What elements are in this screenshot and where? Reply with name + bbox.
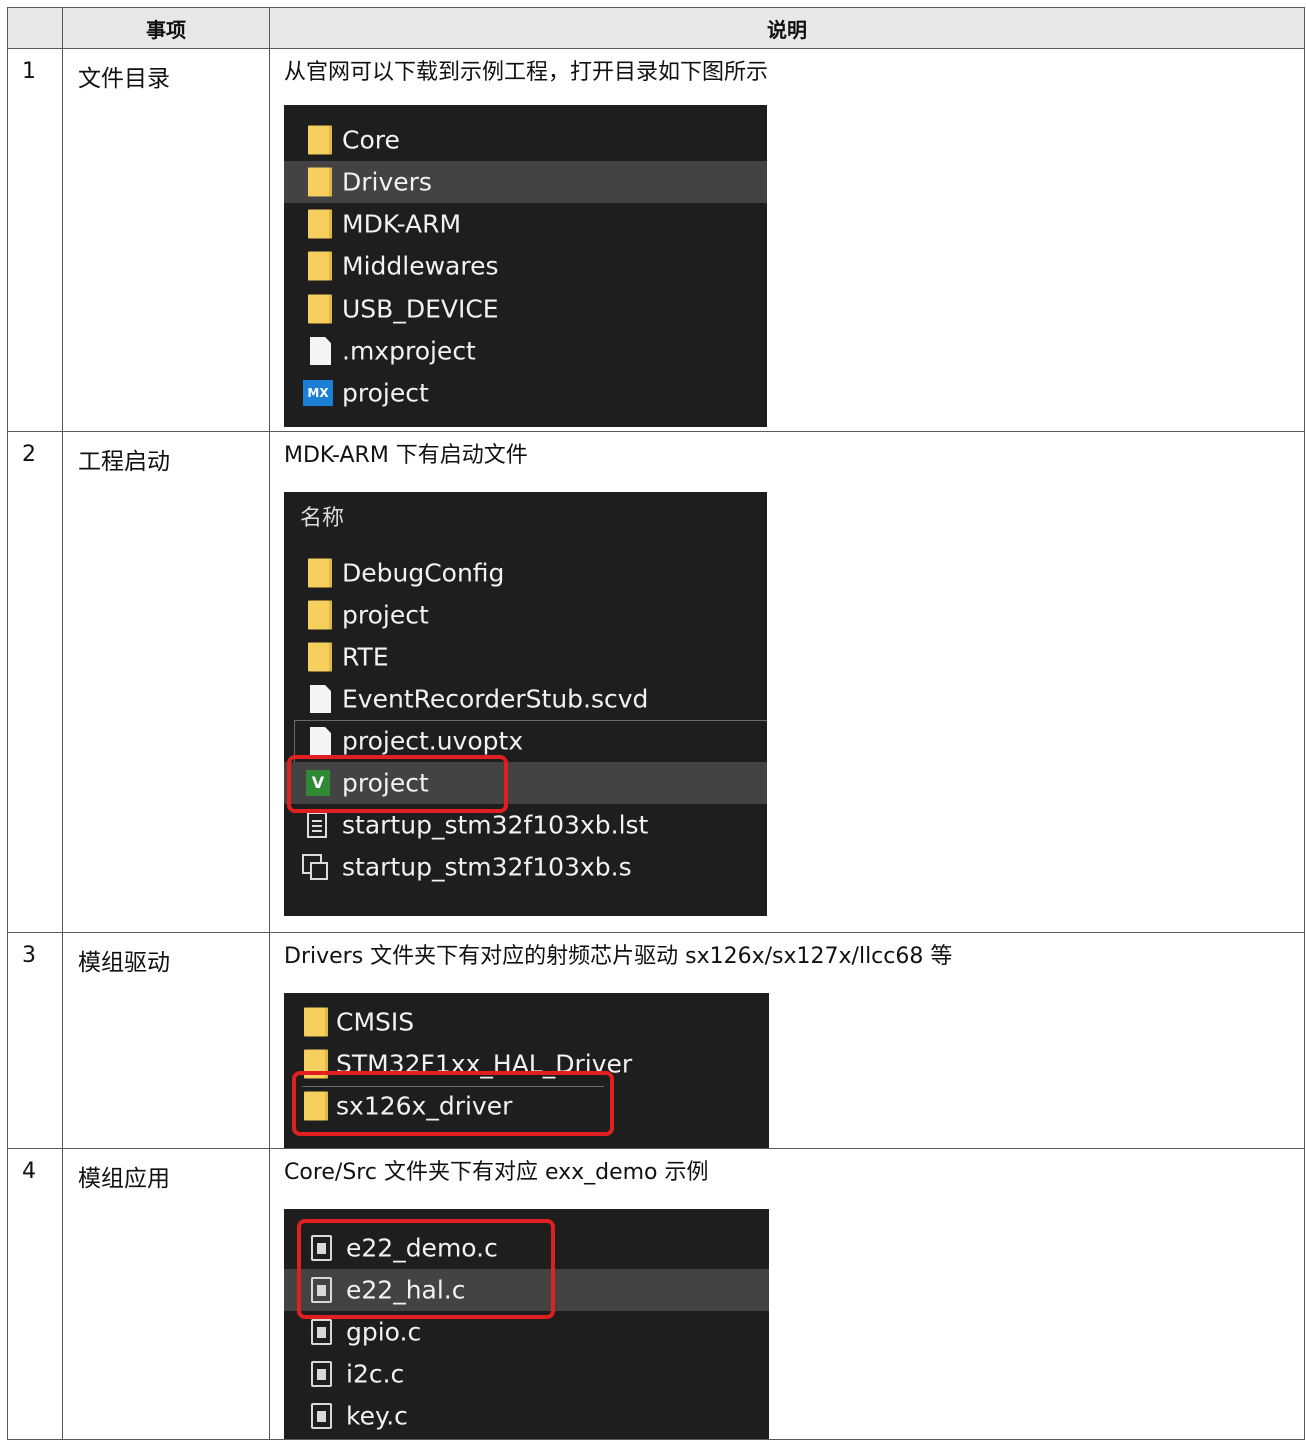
assembly-file-icon [302, 854, 328, 880]
file-row[interactable]: RTE [284, 636, 767, 678]
list-file-icon [307, 812, 327, 838]
row-description: Core/Src 文件夹下有对应 exx_demo 示例 e22_demo.c … [269, 1148, 1305, 1440]
row-item: 模组应用 [62, 1148, 270, 1440]
document-table: 事项 说明 1 文件目录 从官网可以下载到示例工程，打开目录如下图所示 Core… [7, 7, 1305, 1440]
file-name: gpio.c [346, 1317, 422, 1347]
c-source-icon [311, 1361, 332, 1387]
highlight-box [287, 755, 508, 813]
file-name: i2c.c [346, 1359, 405, 1389]
file-row[interactable]: startup_stm32f103xb.s [284, 846, 767, 888]
file-explorer-screenshot: 名称 DebugConfig project RTE EventRecorder… [284, 492, 767, 916]
file-name: key.c [346, 1401, 408, 1431]
file-name: DebugConfig [342, 558, 505, 588]
file-explorer-screenshot: Core Drivers MDK-ARM Middlewares USB_DEV… [284, 105, 767, 427]
file-row[interactable]: CMSIS [284, 1001, 769, 1043]
file-explorer-screenshot: e22_demo.c e22_hal.c gpio.c i2c.c key.c [284, 1209, 769, 1439]
header-desc: 说明 [269, 7, 1305, 49]
row-number: 4 [7, 1148, 63, 1440]
table-row: 3 模组驱动 Drivers 文件夹下有对应的射频芯片驱动 sx126x/sx1… [7, 932, 1305, 1149]
folder-icon [308, 251, 332, 281]
file-name: Middlewares [342, 251, 499, 281]
file-row[interactable]: Core [284, 119, 767, 161]
file-name: EventRecorderStub.scvd [342, 684, 649, 714]
row-item: 工程启动 [62, 431, 270, 933]
file-name: startup_stm32f103xb.s [342, 852, 632, 882]
header-num [7, 7, 63, 49]
row-item: 模组驱动 [62, 932, 270, 1149]
folder-icon [308, 167, 332, 197]
description-text: 从官网可以下载到示例工程，打开目录如下图所示 [284, 60, 769, 85]
description-text: MDK-ARM 下有启动文件 [284, 443, 528, 468]
stm32cubemx-icon: MX [303, 380, 333, 406]
description-text: Drivers 文件夹下有对应的射频芯片驱动 sx126x/sx127x/llc… [284, 944, 953, 969]
file-name: project [342, 378, 429, 408]
file-row[interactable]: USB_DEVICE [284, 288, 767, 330]
file-name: Drivers [342, 167, 432, 197]
file-row[interactable]: MX project [284, 372, 767, 414]
folder-icon [308, 558, 332, 588]
header-item: 事项 [62, 7, 270, 49]
file-name: CMSIS [336, 1007, 415, 1037]
table-row: 2 工程启动 MDK-ARM 下有启动文件 名称 DebugConfig pro… [7, 431, 1305, 933]
table-row: 4 模组应用 Core/Src 文件夹下有对应 exx_demo 示例 e22_… [7, 1148, 1305, 1440]
folder-icon [308, 125, 332, 155]
file-row[interactable]: project [284, 594, 767, 636]
file-row[interactable]: MDK-ARM [284, 203, 767, 245]
c-source-icon [311, 1319, 332, 1345]
file-name: .mxproject [342, 336, 476, 366]
file-explorer-screenshot: CMSIS STM32F1xx_HAL_Driver sx126x_driver [284, 993, 769, 1148]
folder-icon [308, 209, 332, 239]
file-icon [310, 685, 331, 713]
table-header-row: 事项 说明 [7, 7, 1305, 49]
file-row[interactable]: i2c.c [284, 1353, 769, 1395]
description-text: Core/Src 文件夹下有对应 exx_demo 示例 [284, 1160, 709, 1185]
folder-icon [304, 1007, 328, 1037]
row-description: MDK-ARM 下有启动文件 名称 DebugConfig project RT… [269, 431, 1305, 933]
file-name: project.uvoptx [342, 726, 524, 756]
table-row: 1 文件目录 从官网可以下载到示例工程，打开目录如下图所示 Core Drive… [7, 48, 1305, 432]
folder-icon [308, 294, 332, 324]
file-row[interactable]: Middlewares [284, 245, 767, 287]
highlight-box [292, 1071, 614, 1136]
file-name: USB_DEVICE [342, 294, 499, 324]
file-icon [310, 337, 331, 365]
file-name: MDK-ARM [342, 209, 462, 239]
file-row[interactable]: DebugConfig [284, 552, 767, 594]
c-source-icon [311, 1403, 332, 1429]
folder-icon [308, 600, 332, 630]
folder-icon [308, 642, 332, 672]
file-icon [310, 727, 331, 755]
column-header-name[interactable]: 名称 [300, 500, 344, 532]
row-number: 1 [7, 48, 63, 432]
file-row[interactable]: EventRecorderStub.scvd [284, 678, 767, 720]
file-row[interactable]: .mxproject [284, 330, 767, 372]
row-number: 3 [7, 932, 63, 1149]
row-item: 文件目录 [62, 48, 270, 432]
highlight-box [297, 1219, 555, 1319]
row-description: Drivers 文件夹下有对应的射频芯片驱动 sx126x/sx127x/llc… [269, 932, 1305, 1149]
file-name: startup_stm32f103xb.lst [342, 810, 649, 840]
row-description: 从官网可以下载到示例工程，打开目录如下图所示 Core Drivers MDK-… [269, 48, 1305, 432]
file-name: project [342, 600, 429, 630]
file-row-selected[interactable]: Drivers [284, 161, 767, 203]
file-row[interactable]: key.c [284, 1395, 769, 1437]
row-number: 2 [7, 431, 63, 933]
file-name: RTE [342, 642, 389, 672]
file-name: Core [342, 125, 400, 155]
